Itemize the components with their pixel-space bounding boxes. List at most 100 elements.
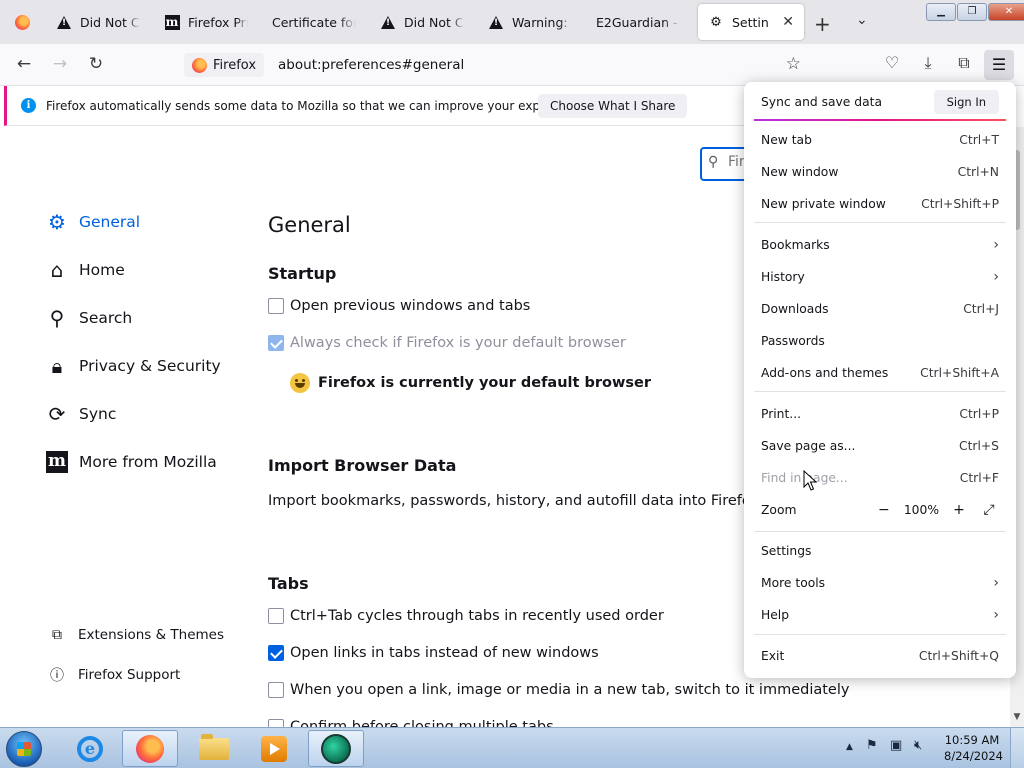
menu-item-addons-themes[interactable]: Add-ons and themes Ctrl+Shift+A <box>761 363 999 383</box>
confirm-close-row[interactable]: Confirm before closing multiple tabs <box>268 719 554 727</box>
close-icon[interactable]: ✕ <box>782 14 794 30</box>
menu-item-shortcut: Ctrl+S <box>959 439 999 453</box>
tab-settings[interactable]: ⚙ Settings ✕ <box>698 4 804 40</box>
window-close-button[interactable]: ✕ <box>988 3 1024 21</box>
menu-item-shortcut: Ctrl+F <box>959 471 999 485</box>
smiley-icon <box>290 373 310 393</box>
category-sync[interactable]: ⟳ Sync <box>44 401 117 427</box>
menu-item-label: New tab <box>761 133 812 147</box>
minimize-button[interactable]: ▁ <box>926 3 956 21</box>
switch-to-tab-row[interactable]: When you open a link, image or media in … <box>268 682 849 698</box>
category-privacy[interactable]: 🔒︎ Privacy & Security <box>44 353 221 379</box>
sync-row[interactable]: Sync and save data Sign In <box>761 90 999 114</box>
ctrl-tab-row[interactable]: Ctrl+Tab cycles through tabs in recently… <box>268 608 664 624</box>
tab-warning[interactable]: Warning: Po <box>478 4 582 40</box>
firefox-support-link[interactable]: ⓘ Firefox Support <box>48 665 180 685</box>
start-button[interactable] <box>6 731 42 767</box>
menu-item-settings[interactable]: Settings <box>761 541 999 561</box>
bookmark-star-icon[interactable]: ☆ <box>786 54 801 74</box>
menu-item-shortcut: Ctrl+Shift+Q <box>918 649 999 663</box>
menu-item-bookmarks[interactable]: Bookmarks › <box>761 235 999 255</box>
lock-icon: 🔒︎ <box>51 354 63 378</box>
category-search[interactable]: ⚲ Search <box>44 305 133 331</box>
url-bar[interactable]: Firefox about:preferences#general ☆ <box>184 50 809 80</box>
firefox-icon <box>14 14 30 30</box>
scroll-down-arrow[interactable]: ▼ <box>1010 712 1024 722</box>
category-label: More from Mozilla <box>79 453 217 471</box>
reload-button[interactable]: ↻ <box>84 54 108 74</box>
tab-did-not-connect-1[interactable]: Did Not Con <box>46 4 150 40</box>
open-links-row[interactable]: Open links in tabs instead of new window… <box>268 645 599 661</box>
zoom-in-button[interactable]: + <box>949 502 969 518</box>
taskbar-file-explorer[interactable] <box>186 730 242 767</box>
warning-icon <box>380 14 396 30</box>
identity-box[interactable]: Firefox <box>184 53 265 77</box>
media-player-icon <box>261 735 287 762</box>
menu-item-exit[interactable]: Exit Ctrl+Shift+Q <box>761 646 999 666</box>
volume-muted-icon[interactable]: 🔇︎ <box>914 738 922 753</box>
choose-what-i-share-button[interactable]: Choose What I Share <box>538 94 688 118</box>
menu-item-shortcut: Ctrl+T <box>959 133 999 147</box>
forward-button[interactable]: → <box>48 54 72 74</box>
search-icon: ⚲ <box>708 154 719 170</box>
menu-item-shortcut: Ctrl+J <box>963 302 999 316</box>
tab-e2guardian[interactable]: E2Guardian - Ur <box>586 4 690 40</box>
show-hidden-icons[interactable]: ▲ <box>846 742 853 752</box>
show-desktop-button[interactable] <box>1010 728 1024 768</box>
menu-item-find-in-page[interactable]: Find in page... Ctrl+F <box>761 468 999 488</box>
menu-item-save-page[interactable]: Save page as... Ctrl+S <box>761 436 999 456</box>
home-icon: ⌂ <box>50 258 64 282</box>
pocket-icon[interactable]: ♡ <box>880 53 904 72</box>
tab-did-not-connect-2[interactable]: Did Not Con <box>370 4 474 40</box>
taskbar-firefox[interactable] <box>122 730 178 767</box>
category-home[interactable]: ⌂ Home <box>44 257 125 283</box>
extensions-icon[interactable]: ⧉ <box>952 53 976 73</box>
menu-item-label: History <box>761 270 805 284</box>
chevron-down-icon[interactable]: ⌄ <box>856 12 868 28</box>
new-tab-button[interactable]: + <box>814 12 831 36</box>
back-button[interactable]: ← <box>12 54 36 74</box>
menu-item-passwords[interactable]: Passwords <box>761 331 999 351</box>
menu-item-downloads[interactable]: Downloads Ctrl+J <box>761 299 999 319</box>
taskbar-e2guardian-app[interactable] <box>308 730 364 767</box>
default-status-text: Firefox is currently your default browse… <box>318 375 651 391</box>
taskbar-internet-explorer[interactable]: e <box>62 730 118 767</box>
network-icon[interactable]: ▣ <box>890 738 902 753</box>
action-center-flag-icon[interactable]: ⚑ <box>866 738 878 753</box>
menu-separator <box>754 531 1006 532</box>
category-general[interactable]: ⚙ General <box>44 209 140 235</box>
open-links-checkbox[interactable] <box>268 645 284 661</box>
open-previous-checkbox[interactable] <box>268 298 284 314</box>
tab-certificate[interactable]: Certificate for w <box>262 4 366 40</box>
system-clock[interactable]: 10:59 AM 8/24/2024 <box>944 732 1003 764</box>
open-previous-checkbox-row[interactable]: Open previous windows and tabs <box>268 298 530 314</box>
hamburger-menu-icon[interactable]: ☰ <box>984 50 1014 80</box>
menu-item-new-window[interactable]: New window Ctrl+N <box>761 162 999 182</box>
category-more-from-mozilla[interactable]: m More from Mozilla <box>44 449 217 475</box>
menu-item-help[interactable]: Help › <box>761 605 999 625</box>
menu-item-new-tab[interactable]: New tab Ctrl+T <box>761 130 999 150</box>
menu-item-print[interactable]: Print... Ctrl+P <box>761 404 999 424</box>
fullscreen-icon[interactable]: ⤢ <box>979 502 999 518</box>
maximize-button[interactable]: ❐ <box>957 3 987 21</box>
url-text[interactable]: about:preferences#general <box>278 57 464 73</box>
switch-to-tab-checkbox[interactable] <box>268 682 284 698</box>
ctrl-tab-checkbox[interactable] <box>268 608 284 624</box>
menu-item-more-tools[interactable]: More tools › <box>761 573 999 593</box>
checkbox-label: Open previous windows and tabs <box>290 298 531 314</box>
menu-item-label: Exit <box>761 649 785 663</box>
menu-item-new-private-window[interactable]: New private window Ctrl+Shift+P <box>761 194 999 214</box>
menu-item-history[interactable]: History › <box>761 267 999 287</box>
tab-firefox-view[interactable] <box>4 4 40 40</box>
checkbox-label: Open links in tabs instead of new window… <box>290 645 599 661</box>
sign-in-button[interactable]: Sign In <box>933 90 999 114</box>
zoom-out-button[interactable]: − <box>874 502 894 518</box>
extensions-themes-link[interactable]: ⧉ Extensions & Themes <box>48 627 224 643</box>
confirm-close-checkbox[interactable] <box>268 719 284 727</box>
taskbar-media-player[interactable] <box>246 730 302 767</box>
tab-firefox-privacy[interactable]: m Firefox Priva <box>154 4 258 40</box>
download-icon[interactable]: ⤓ <box>916 53 940 73</box>
internet-explorer-icon: e <box>77 735 103 762</box>
zoom-level[interactable]: 100% <box>904 503 939 517</box>
default-browser-status: Firefox is currently your default browse… <box>290 373 651 393</box>
